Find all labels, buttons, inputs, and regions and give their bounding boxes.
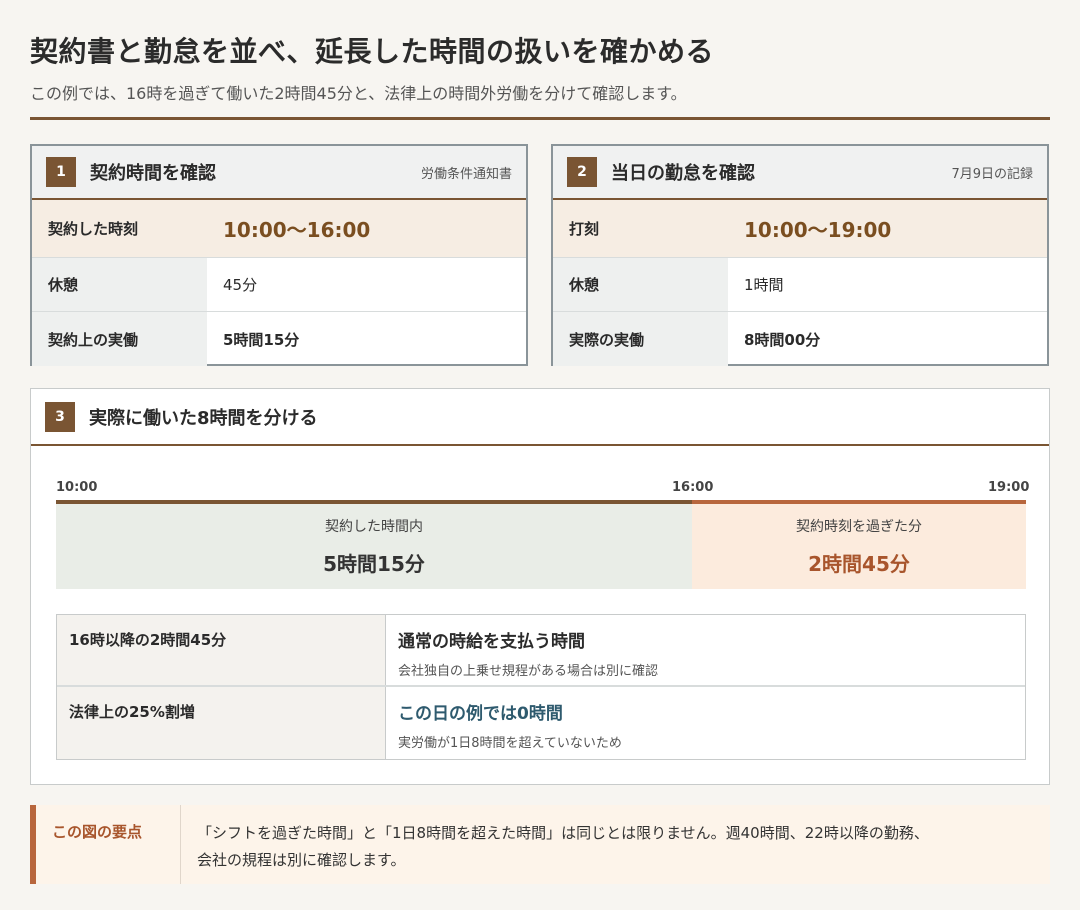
table-row-label: 16時以降の2時間45分: [57, 615, 386, 685]
step2-row-clock: 打刻 10:00〜19:00: [553, 200, 1047, 258]
step1-title: 契約時間を確認: [90, 163, 216, 184]
table-row: 法律上の25%割増 この日の例では0時間 実労働が1日8時間を超えていないため: [57, 687, 1025, 759]
row-value: 1時間: [744, 276, 784, 294]
step3-section: 3 実際に働いた8時間を分ける 10:00 16:00 19:00 契約した時間…: [30, 388, 1050, 785]
row-value: 8時間00分: [744, 330, 821, 349]
table-row-note: 実労働が1日8時間を超えていないため: [398, 736, 622, 751]
timeline-segment-contract: 契約した時間内 5時間15分: [56, 504, 692, 589]
keypoint-label: この図の要点: [36, 805, 181, 884]
keypoint-box: この図の要点 「シフトを過ぎた時間」と「1日8時間を超えた時間」は同じとは限りま…: [30, 805, 1050, 884]
step1-number-badge: 1: [46, 157, 76, 187]
step1-row-break: 休憩 45分: [32, 258, 526, 312]
segment-label: 契約時刻を過ぎた分: [796, 519, 922, 535]
step1-source: 労働条件通知書: [420, 166, 512, 182]
timeline-tick-start: 10:00: [56, 480, 98, 495]
row-value: 10:00〜16:00: [223, 218, 371, 242]
row-label: 契約上の実働: [32, 312, 207, 366]
timeline-tick-mid: 16:00: [672, 480, 714, 495]
keypoint-line-2: 会社の規程は別に確認します。: [197, 851, 406, 869]
row-value: 45分: [223, 276, 258, 294]
keypoint-text: 「シフトを過ぎた時間」と「1日8時間を超えた時間」は同じとは限りません。週40時…: [181, 805, 1050, 884]
step1-row-contract-time: 契約した時刻 10:00〜16:00: [32, 200, 526, 258]
segment-value: 2時間45分: [808, 552, 910, 576]
row-label: 休憩: [32, 258, 207, 311]
step2-header: 2 当日の勤怠を確認 7月9日の記録: [553, 146, 1047, 200]
row-label: 休憩: [553, 258, 728, 311]
step3-number-badge: 3: [45, 401, 75, 432]
table-row-content: この日の例では0時間 実労働が1日8時間を超えていないため: [386, 687, 1025, 759]
timeline-segment-overtime: 契約時刻を過ぎた分 2時間45分: [692, 504, 1026, 589]
page-title: 契約書と勤怠を並べ、延長した時間の扱いを確かめる: [30, 35, 715, 68]
segment-value: 5時間15分: [323, 552, 425, 576]
row-label: 実際の実働: [553, 312, 728, 366]
title-divider: [30, 117, 1050, 120]
row-value: 5時間15分: [223, 330, 300, 349]
segment-label: 契約した時間内: [325, 519, 423, 535]
step2-number-badge: 2: [567, 157, 597, 187]
step2-row-break: 休憩 1時間: [553, 258, 1047, 312]
step3-header: 3 実際に働いた8時間を分ける: [31, 389, 1049, 446]
table-row-main: この日の例では0時間: [398, 704, 563, 724]
keypoint-line-1: 「シフトを過ぎた時間」と「1日8時間を超えた時間」は同じとは限りません。週40時…: [197, 824, 929, 842]
step2-row-actual-hours: 実際の実働 8時間00分: [553, 312, 1047, 366]
table-row-content: 通常の時給を支払う時間 会社独自の上乗せ規程がある場合は別に確認: [386, 615, 1025, 685]
page-subtitle: この例では、16時を過ぎて働いた2時間45分と、法律上の時間外労働を分けて確認し…: [30, 84, 687, 103]
row-label: 打刻: [569, 220, 600, 238]
row-value: 10:00〜19:00: [744, 218, 892, 242]
step1-row-work-hours: 契約上の実働 5時間15分: [32, 312, 526, 366]
table-row: 16時以降の2時間45分 通常の時給を支払う時間 会社独自の上乗せ規程がある場合…: [57, 615, 1025, 687]
timeline-tick-end: 19:00: [988, 480, 1030, 495]
table-row-label: 法律上の25%割増: [57, 687, 386, 759]
step1-header: 1 契約時間を確認 労働条件通知書: [32, 146, 526, 200]
step3-title: 実際に働いた8時間を分ける: [89, 407, 318, 429]
step2-title: 当日の勤怠を確認: [611, 163, 755, 184]
step2-source: 7月9日の記録: [951, 166, 1033, 182]
table-row-note: 会社独自の上乗せ規程がある場合は別に確認: [398, 664, 659, 679]
step1-card: 1 契約時間を確認 労働条件通知書 契約した時刻 10:00〜16:00 休憩 …: [30, 144, 528, 366]
step2-card: 2 当日の勤怠を確認 7月9日の記録 打刻 10:00〜19:00 休憩 1時間…: [551, 144, 1049, 366]
row-label: 契約した時刻: [48, 220, 139, 238]
step3-table: 16時以降の2時間45分 通常の時給を支払う時間 会社独自の上乗せ規程がある場合…: [56, 614, 1026, 760]
table-row-main: 通常の時給を支払う時間: [398, 632, 585, 652]
